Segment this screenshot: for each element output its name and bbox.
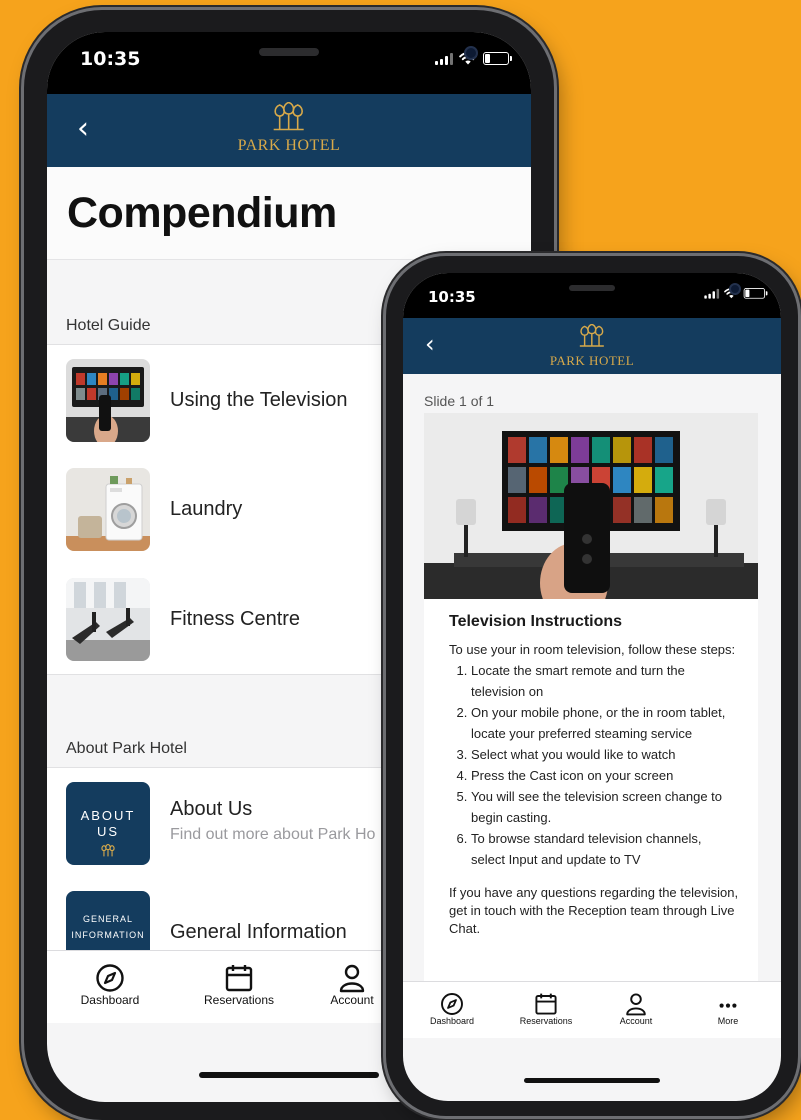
tab-reservations[interactable]: Reservations (187, 963, 291, 1007)
slide-card: Television Instructions To use your in r… (424, 413, 758, 983)
step-item: Locate the smart remote and turn the tel… (471, 660, 739, 702)
fitness-thumbnail (66, 578, 150, 661)
laundry-thumbnail (66, 468, 150, 551)
trees-icon (101, 843, 115, 857)
step-item: Select what you would like to watch (471, 744, 739, 765)
tab-account[interactable]: Account (603, 992, 669, 1026)
thumb-text: INFORMATION (71, 930, 145, 940)
list-item-title: Laundry (170, 498, 243, 520)
compass-icon (441, 993, 463, 1015)
notch (503, 273, 741, 313)
thumb-text: US (96, 824, 120, 839)
compass-icon (96, 964, 124, 992)
list-item-title: Using the Television (170, 389, 348, 411)
tab-reservations[interactable]: Reservations (503, 992, 589, 1026)
list-item-title: About Us (170, 798, 253, 820)
about-us-thumbnail: ABOUT US (66, 782, 150, 865)
section-title-about: About Park Hotel (66, 740, 187, 757)
nav-bar: ‹ PARK HOTEL (47, 94, 531, 167)
right-phone-screen: 10:35 ‹ PARK HOTEL Slide 1 of 1 Televisi… (403, 273, 781, 1101)
step-item: Press the Cast icon on your screen (471, 765, 739, 786)
tab-dashboard[interactable]: Dashboard (413, 992, 491, 1026)
step-item: On your mobile phone, or the in room tab… (471, 702, 739, 744)
television-photo (424, 413, 758, 599)
step-item: To browse standard television channels, … (471, 828, 739, 870)
tab-label: More (717, 1016, 739, 1026)
card-title: Television Instructions (449, 613, 623, 630)
steps-list: Locate the smart remote and turn the tel… (449, 660, 739, 870)
front-camera (729, 283, 741, 295)
front-camera (464, 46, 478, 60)
tab-more[interactable]: More (695, 992, 761, 1026)
signal-icon (704, 288, 720, 299)
list-item-subtitle: Find out more about Park Ho (170, 826, 376, 843)
trees-icon (273, 101, 304, 131)
status-time: 10:35 (80, 48, 141, 70)
tab-label: Reservations (519, 1016, 573, 1026)
calendar-icon (535, 993, 557, 1015)
tab-label: Dashboard (429, 1016, 475, 1026)
tab-label: Dashboard (80, 993, 140, 1007)
speaker (259, 48, 319, 56)
thumb-text: ABOUT (80, 808, 136, 823)
tab-label: Account (619, 1016, 653, 1026)
signal-icon (435, 52, 453, 65)
brand-name: PARK HOTEL (549, 353, 635, 368)
trees-icon (580, 323, 604, 347)
park-hotel-logo: PARK HOTEL (237, 101, 341, 155)
title-area: Compendium (47, 167, 531, 260)
person-icon (626, 993, 646, 1016)
nav-bar: ‹ PARK HOTEL (403, 318, 781, 374)
list-item-title: Fitness Centre (170, 608, 301, 630)
thumb-text: GENERAL (82, 914, 133, 924)
tab-dashboard[interactable]: Dashboard (67, 963, 153, 1007)
slide-counter: Slide 1 of 1 (424, 393, 495, 409)
home-indicator[interactable] (524, 1078, 660, 1083)
tab-bar: Dashboard Reservations Account More (403, 981, 781, 1038)
section-title-hotel-guide: Hotel Guide (66, 317, 151, 334)
battery-icon (483, 52, 512, 65)
tab-account[interactable]: Account (319, 963, 385, 1007)
person-icon (339, 964, 365, 993)
park-hotel-logo: PARK HOTEL (549, 323, 635, 369)
home-indicator[interactable] (199, 1072, 379, 1078)
intro-text: To use your in room television, follow t… (449, 642, 736, 657)
battery-icon (743, 288, 768, 299)
footer-text: If you have any questions regarding the … (449, 885, 739, 936)
page-title: Compendium (67, 189, 337, 237)
speaker (569, 285, 615, 291)
more-icon (719, 1003, 737, 1008)
tab-label: Account (330, 993, 374, 1007)
status-time: 10:35 (428, 288, 476, 306)
calendar-icon (225, 965, 253, 992)
right-phone: 10:35 ‹ PARK HOTEL Slide 1 of 1 Televisi… (386, 256, 798, 1116)
card-body: To use your in room television, follow t… (449, 639, 739, 938)
notch (174, 32, 478, 82)
tab-label: Reservations (203, 993, 275, 1007)
step-item: You will see the television screen chang… (471, 786, 739, 828)
list-item-title: General Information (170, 921, 347, 943)
television-thumbnail (66, 359, 150, 442)
back-button[interactable]: ‹ (425, 332, 435, 356)
back-button[interactable]: ‹ (77, 114, 89, 144)
brand-name: PARK HOTEL (237, 137, 341, 154)
